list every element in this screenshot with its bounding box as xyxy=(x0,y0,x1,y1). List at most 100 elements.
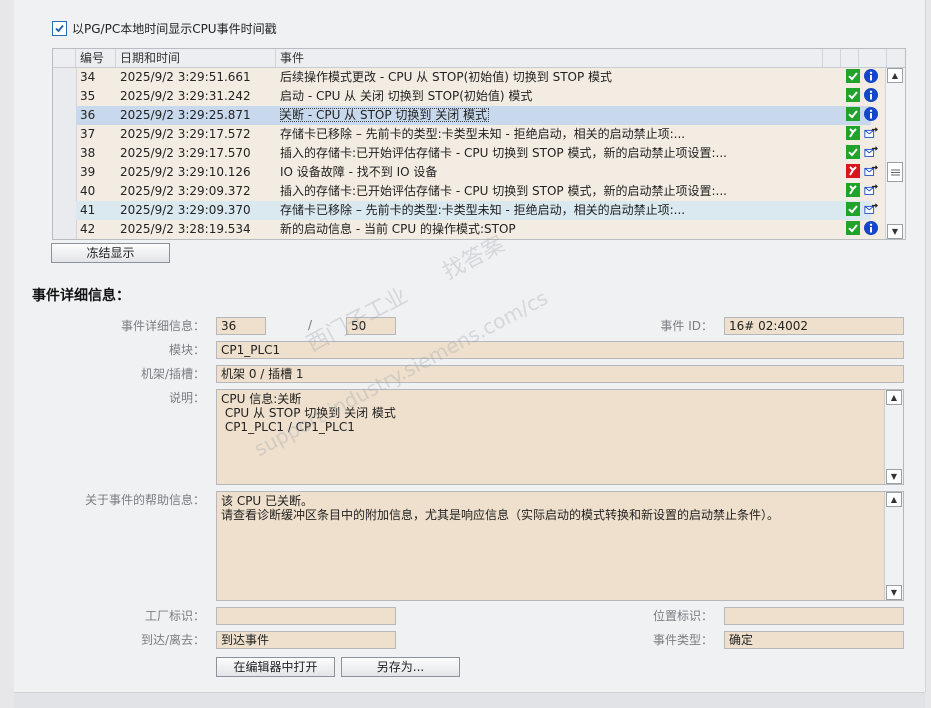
ok-icon[interactable] xyxy=(846,145,860,162)
location-id-field[interactable] xyxy=(724,607,904,625)
column-header-datetime[interactable]: 日期和时间 xyxy=(116,49,276,67)
help-scroll-up[interactable]: ▲ xyxy=(886,492,902,507)
info-icon[interactable] xyxy=(864,221,878,238)
cell-datetime: 2025/9/2 3:29:17.572 xyxy=(120,127,251,141)
ok-icon[interactable] xyxy=(846,69,860,86)
maintenance-icon[interactable] xyxy=(846,183,860,200)
outgoing-icon[interactable] xyxy=(864,126,878,143)
table-row[interactable]: 42 2025/9/2 3:28:19.534 新的启动信息 - 当前 CPU 的操… xyxy=(76,220,878,239)
plant-id-field[interactable] xyxy=(216,607,396,625)
info-icon[interactable] xyxy=(864,107,878,124)
table-row[interactable]: 35 2025/9/2 3:29:31.242 启动 - CPU 从 关闭 切换到 … xyxy=(76,87,878,106)
header-gutter xyxy=(53,49,76,67)
cell-no: 37 xyxy=(80,127,96,141)
error-icon[interactable] xyxy=(846,164,860,181)
outgoing-icon[interactable] xyxy=(864,145,878,162)
description-line: CPU 从 STOP 切换到 关闭 模式 xyxy=(221,406,396,420)
cell-no: 36 xyxy=(80,108,96,122)
cell-datetime: 2025/9/2 3:29:09.372 xyxy=(120,184,251,198)
scroll-thumb[interactable] xyxy=(887,162,903,182)
arrive-leave-field[interactable]: 到达事件 xyxy=(216,631,396,649)
column-header-status[interactable] xyxy=(823,49,841,67)
outgoing-icon[interactable] xyxy=(864,183,878,200)
outgoing-icon[interactable] xyxy=(864,202,878,219)
module-label: 模块： xyxy=(168,343,205,357)
table-row[interactable]: 37 2025/9/2 3:29:17.572 存储卡已移除 – 先前卡的类型:卡类… xyxy=(76,125,878,144)
event-total-field[interactable]: 50 xyxy=(346,317,396,335)
rack-slot-field[interactable]: 机架 0 / 插槽 1 xyxy=(216,365,904,383)
row-status-icons xyxy=(846,106,886,125)
cell-no: 35 xyxy=(80,89,96,103)
scroll-down-button[interactable]: ▼ xyxy=(887,224,903,239)
cell-event: 启动 - CPU 从 关闭 切换到 STOP(初始值) 模式 xyxy=(280,89,533,103)
event-type-label: 事件类型： xyxy=(652,633,713,647)
description-scrollbar[interactable]: ▲ ▼ xyxy=(884,390,903,484)
description-scroll-down[interactable]: ▼ xyxy=(886,469,902,484)
module-field[interactable]: CP1_PLC1 xyxy=(216,341,904,359)
cell-datetime: 2025/9/2 3:28:19.534 xyxy=(120,222,251,236)
ok-icon[interactable] xyxy=(846,221,860,238)
index-separator: / xyxy=(308,318,313,332)
ok-icon[interactable] xyxy=(846,88,860,105)
help-scroll-down[interactable]: ▼ xyxy=(886,585,902,600)
cell-event: 插入的存储卡:已开始评估存储卡 - CPU 切换到 STOP 模式，新的启动禁止… xyxy=(280,184,727,198)
table-row[interactable]: 34 2025/9/2 3:29:51.661 后续操作模式更改 - CPU 从 S… xyxy=(76,68,878,87)
cell-datetime: 2025/9/2 3:29:09.370 xyxy=(120,203,251,217)
cell-no: 42 xyxy=(80,222,96,236)
maintenance-icon[interactable] xyxy=(846,126,860,143)
description-label: 说明： xyxy=(168,391,205,405)
row-gutter xyxy=(53,68,77,239)
table-scrollbar[interactable]: ▲ ▼ xyxy=(885,68,905,239)
help-label: 关于事件的帮助信息： xyxy=(84,493,205,507)
detail-info-label: 事件详细信息： xyxy=(120,319,205,333)
cell-event: IO 设备故障 - 找不到 IO 设备 xyxy=(280,165,438,179)
local-time-checkbox[interactable] xyxy=(52,20,67,36)
event-table: 编号 日期和时间 事件 34 2025/9/2 3:29:51.661 后续操作模式… xyxy=(52,48,906,240)
info-icon[interactable] xyxy=(864,69,878,86)
description-scroll-up[interactable]: ▲ xyxy=(886,390,902,405)
description-line: CP1_PLC1 / CP1_PLC1 xyxy=(221,420,355,434)
column-header-no[interactable]: 编号 xyxy=(76,49,116,67)
ok-icon[interactable] xyxy=(846,202,860,219)
table-row[interactable]: 41 2025/9/2 3:29:09.370 存储卡已移除 – 先前卡的类型:卡类… xyxy=(76,201,878,220)
location-id-label: 位置标识： xyxy=(652,609,713,623)
event-type-field[interactable]: 确定 xyxy=(724,631,904,649)
description-textarea[interactable]: CPU 信息:关断 CPU 从 STOP 切换到 关闭 模式 CP1_PLC1 … xyxy=(216,389,904,485)
help-textarea[interactable]: 该 CPU 已关断。 请查看诊断缓冲区条目中的附加信息，尤其是响应信息（实际启动… xyxy=(216,491,904,601)
column-header-event[interactable]: 事件 xyxy=(276,49,823,67)
description-line: CPU 信息:关断 xyxy=(221,392,302,406)
event-id-field[interactable]: 16# 02:4002 xyxy=(724,317,904,335)
cell-event: 存储卡已移除 – 先前卡的类型:卡类型未知 - 拒绝启动，相关的启动禁止项:..… xyxy=(280,203,686,217)
table-row[interactable]: 38 2025/9/2 3:29:17.570 插入的存储卡:已开始评估存储卡 - … xyxy=(76,144,878,163)
row-status-icons xyxy=(846,87,886,106)
cell-no: 39 xyxy=(80,165,96,179)
column-header-info[interactable] xyxy=(841,49,859,67)
cell-event: 存储卡已移除 – 先前卡的类型:卡类型未知 - 拒绝启动，相关的启动禁止项:..… xyxy=(280,127,686,141)
scroll-up-button[interactable]: ▲ xyxy=(887,68,903,83)
local-time-option[interactable]: 以PG/PC本地时间显示CPU事件时间戳 xyxy=(52,20,277,36)
table-row[interactable]: 36 2025/9/2 3:29:25.871 关断 - CPU 从 STOP 切换… xyxy=(76,106,878,125)
help-line: 请查看诊断缓冲区条目中的附加信息，尤其是响应信息（实际启动的模式转换和新设置的启… xyxy=(221,508,780,522)
cell-datetime: 2025/9/2 3:29:17.570 xyxy=(120,146,251,160)
cell-datetime: 2025/9/2 3:29:31.242 xyxy=(120,89,251,103)
checkmark-icon xyxy=(55,24,64,32)
ok-icon[interactable] xyxy=(846,107,860,124)
table-row[interactable]: 40 2025/9/2 3:29:09.372 插入的存储卡:已开始评估存储卡 - … xyxy=(76,182,878,201)
info-icon[interactable] xyxy=(864,88,878,105)
local-time-label: 以PG/PC本地时间显示CPU事件时间戳 xyxy=(72,21,277,36)
save-as-button[interactable]: 另存为... xyxy=(341,657,460,677)
cell-no: 38 xyxy=(80,146,96,160)
details-section-title: 事件详细信息： xyxy=(32,288,130,304)
column-header-extra[interactable] xyxy=(859,49,887,67)
open-in-editor-button[interactable]: 在编辑器中打开 xyxy=(216,657,335,677)
cell-datetime: 2025/9/2 3:29:10.126 xyxy=(120,165,251,179)
event-index-field[interactable]: 36 xyxy=(216,317,266,335)
arrive-leave-label: 到达/离去： xyxy=(140,633,205,647)
outgoing-icon[interactable] xyxy=(864,164,878,181)
help-scrollbar[interactable]: ▲ ▼ xyxy=(884,492,903,600)
bottom-bar xyxy=(14,692,925,708)
table-row[interactable]: 39 2025/9/2 3:29:10.126 IO 设备故障 - 找不到 IO 设… xyxy=(76,163,878,182)
freeze-display-button[interactable]: 冻结显示 xyxy=(51,243,170,263)
cell-no: 34 xyxy=(80,70,96,84)
cell-event: 后续操作模式更改 - CPU 从 STOP(初始值) 切换到 STOP 模式 xyxy=(280,70,613,84)
